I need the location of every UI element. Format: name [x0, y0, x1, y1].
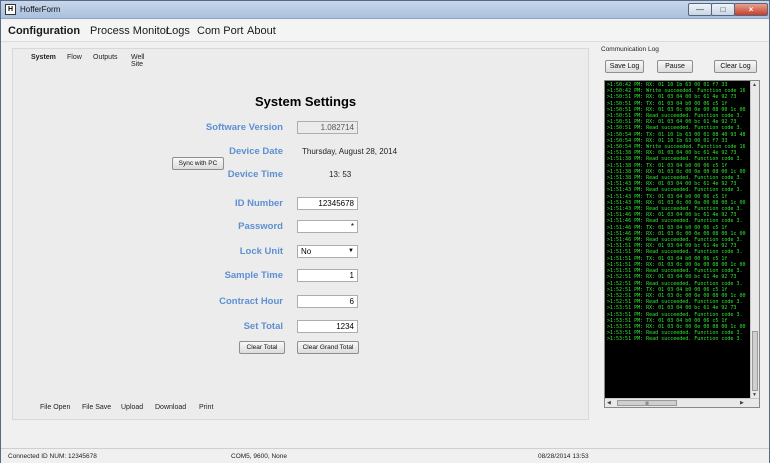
title-bar[interactable]: H HofferForm — □ × — [1, 1, 769, 19]
scroll-thumb[interactable] — [752, 331, 758, 391]
device-time-label: Device Time — [227, 169, 283, 180]
id-number-field[interactable]: 12345678 — [297, 197, 358, 210]
log-line: >1:51:51 PM: Read succeeded. Function co… — [607, 249, 743, 256]
contract-hour-field[interactable]: 6 — [297, 295, 358, 308]
comm-log-title: Communication Log — [601, 46, 659, 53]
device-time-value: 13: 53 — [329, 170, 352, 179]
log-line: >1:53:51 PM: Read succeeded. Function co… — [607, 336, 743, 343]
lock-unit-select[interactable]: No ▼ — [297, 245, 358, 258]
sample-time-field[interactable]: 1 — [297, 269, 358, 282]
menu-process-monitor[interactable]: Process Monitor — [90, 25, 169, 37]
log-line: >1:52:51 PM: Read succeeded. Function co… — [607, 280, 743, 287]
password-label: Password — [238, 221, 283, 232]
lock-unit-value: No — [301, 247, 312, 256]
clear-grand-total-button[interactable]: Clear Grand Total — [297, 341, 359, 354]
upload-button[interactable]: Upload — [121, 404, 143, 411]
lock-unit-label: Lock Unit — [239, 246, 283, 257]
clear-log-button[interactable]: Clear Log — [714, 60, 757, 73]
app-logo-icon: H — [5, 4, 16, 15]
status-port: COM5, 9600, None — [231, 453, 288, 460]
tab-well-site[interactable]: Well Site — [131, 54, 144, 68]
set-total-label: Set Total — [243, 321, 283, 332]
pause-button[interactable]: Pause — [657, 60, 693, 73]
log-horizontal-scrollbar[interactable]: ◀ ||| ▶ — [605, 398, 759, 407]
software-version-field: 1.082714 — [297, 121, 358, 134]
maximize-button[interactable]: □ — [711, 3, 735, 16]
print-button[interactable]: Print — [199, 404, 213, 411]
scroll-right-icon[interactable]: ▶ — [740, 400, 744, 406]
menu-configuration[interactable]: Configuration — [8, 25, 80, 37]
log-line: >1:51:38 PM: Read succeeded. Function co… — [607, 156, 743, 163]
file-save-button[interactable]: File Save — [82, 404, 111, 411]
device-date-value: Thursday, August 28, 2014 — [302, 147, 398, 156]
log-line: >1:50:54 PM: TX: 01 10 1b 63 00 01 08 40… — [607, 131, 746, 138]
tab-system[interactable]: System — [31, 54, 56, 61]
contract-hour-label: Contract Hour — [219, 296, 283, 307]
log-line: >1:53:51 PM: Read succeeded. Function co… — [607, 311, 743, 318]
log-lines: >1:50:42 PM: RX: 01 10 1b 63 00 01 f7 33… — [607, 82, 753, 343]
tab-flow[interactable]: Flow — [67, 54, 82, 61]
chevron-down-icon: ▼ — [348, 248, 354, 254]
menu-logs[interactable]: Logs — [166, 25, 190, 37]
menu-about[interactable]: About — [247, 25, 276, 37]
log-line: >1:50:51 PM: RX: 01 03 04 00 bc 61 4e 92… — [607, 94, 737, 101]
scroll-left-icon[interactable]: ◀ — [607, 400, 611, 406]
scroll-up-icon[interactable]: ▲ — [752, 82, 757, 88]
log-line: >1:52:51 PM: RX: 01 03 04 00 bc 61 4e 92… — [607, 274, 737, 281]
save-log-button[interactable]: Save Log — [605, 60, 644, 73]
tab-outputs[interactable]: Outputs — [93, 54, 118, 61]
menu-com-port[interactable]: Com Port — [197, 25, 243, 37]
log-line: >1:51:43 PM: Read succeeded. Function co… — [607, 187, 743, 194]
window-title: HofferForm — [20, 5, 61, 14]
status-datetime: 08/28/2014 13:53 — [538, 453, 589, 460]
device-date-label: Device Date — [229, 146, 283, 157]
software-version-label: Software Version — [205, 122, 283, 133]
log-line: >1:51:46 PM: Read succeeded. Function co… — [607, 218, 743, 225]
file-open-button[interactable]: File Open — [40, 404, 70, 411]
id-number-label: ID Number — [234, 198, 283, 209]
set-total-field[interactable]: 1234 — [297, 320, 358, 333]
status-bar: Connected ID NUM: 12345678 COM5, 9600, N… — [1, 448, 769, 463]
clear-total-button[interactable]: Clear Total — [239, 341, 285, 354]
sample-time-label: Sample Time — [224, 270, 283, 281]
communication-log[interactable]: >1:50:42 PM: RX: 01 10 1b 63 00 01 f7 33… — [604, 80, 760, 408]
download-button[interactable]: Download — [155, 404, 186, 411]
menu-bar: Configuration Process Monitor Logs Com P… — [1, 20, 769, 42]
log-line: >1:53:51 PM: RX: 01 03 04 00 bc 61 4e 92… — [607, 305, 737, 312]
log-line: >1:50:51 PM: Read succeeded. Function co… — [607, 125, 743, 132]
status-connection: Connected ID NUM: 12345678 — [8, 453, 97, 460]
log-vertical-scrollbar[interactable]: ▲ ▼ — [750, 81, 759, 399]
password-field[interactable]: * — [297, 220, 358, 233]
app-window: H HofferForm — □ × Configuration Process… — [0, 0, 770, 463]
h-scroll-thumb[interactable]: ||| — [617, 400, 677, 406]
page-title: System Settings — [255, 94, 357, 109]
close-button[interactable]: × — [734, 3, 768, 16]
minimize-button[interactable]: — — [688, 3, 712, 16]
